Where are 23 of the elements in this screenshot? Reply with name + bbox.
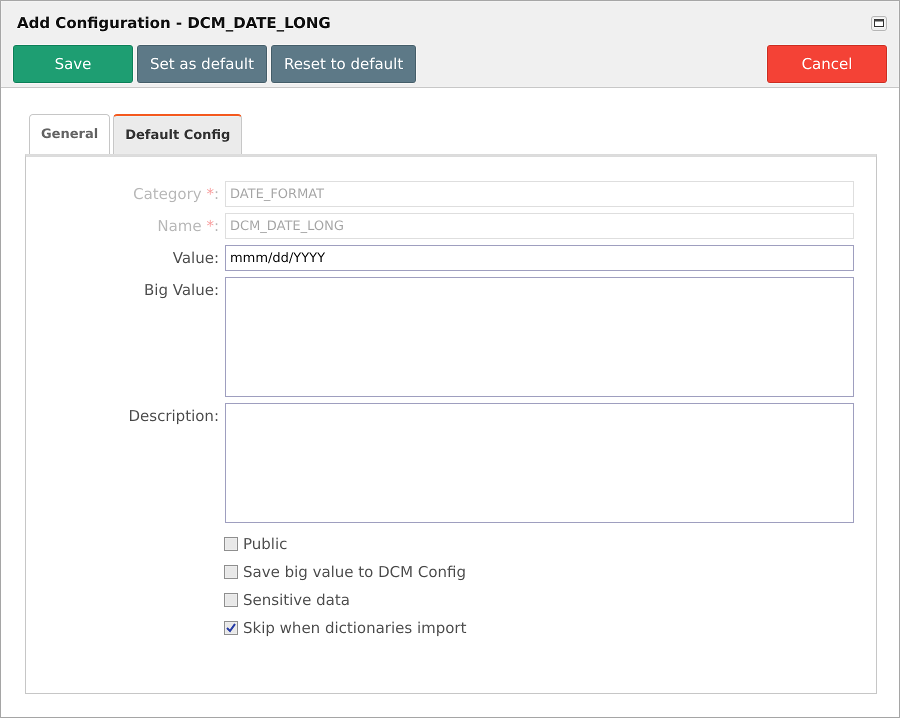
input-field[interactable]: mmm/dd/YYYY	[225, 245, 854, 271]
window-title: Add Configuration - DCM_DATE_LONG	[17, 14, 331, 32]
tab[interactable]: Default Config	[113, 114, 242, 154]
maximize-button[interactable]	[871, 16, 887, 30]
checkbox-label: Save big value to DCM Config	[243, 563, 466, 581]
field-label: Name *:	[156, 216, 219, 237]
field-label: Category *:	[132, 184, 219, 205]
checkbox-label: Public	[243, 535, 288, 553]
save-button[interactable]: Save	[13, 45, 133, 83]
cancel-button[interactable]: Cancel	[767, 45, 887, 83]
toolbar-button[interactable]: Set as default	[137, 45, 267, 83]
tab[interactable]: General	[29, 114, 110, 154]
toolbar-button[interactable]: Reset to default	[270, 45, 416, 83]
field-label: Description:	[128, 406, 219, 427]
checkbox[interactable]	[224, 537, 238, 551]
window-icon	[874, 19, 884, 27]
field-label: Big Value:	[142, 280, 219, 301]
field-label: Value:	[172, 248, 219, 269]
checkbox[interactable]	[224, 593, 238, 607]
checkbox[interactable]	[224, 621, 238, 635]
checkbox-label: Sensitive data	[243, 591, 350, 609]
checkbox-label: Skip when dictionaries import	[243, 619, 466, 637]
checkbox[interactable]	[224, 565, 238, 579]
